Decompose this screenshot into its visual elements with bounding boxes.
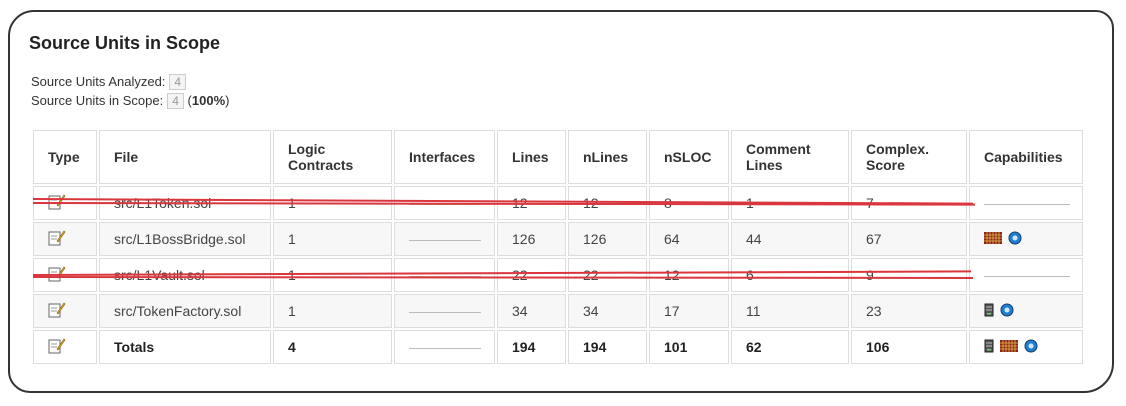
comment-cell: 62 [731, 330, 849, 364]
hash-circle-icon [1024, 339, 1038, 356]
totals-label: Totals [99, 330, 271, 364]
file-icon [48, 230, 66, 249]
nlines-cell: 34 [568, 294, 647, 328]
col-nlines: nLines [568, 130, 647, 184]
table-row: src/TokenFactory.sol 1 34 34 17 11 23 [33, 294, 1083, 328]
nsloc-cell: 64 [649, 222, 729, 256]
type-cell [33, 330, 97, 364]
complex-cell: 67 [851, 222, 967, 256]
table-header-row: Type File Logic Contracts Interfaces Lin… [33, 130, 1083, 184]
logic-cell: 1 [273, 222, 392, 256]
capabilities-cell [969, 330, 1083, 364]
nlines-cell: 22 [568, 258, 647, 292]
nsloc-cell: 12 [649, 258, 729, 292]
comment-cell: 11 [731, 294, 849, 328]
complex-cell: 23 [851, 294, 967, 328]
server-icon [984, 339, 994, 356]
col-nsloc: nSLOC [649, 130, 729, 184]
scope-percent: (100%) [187, 93, 230, 108]
interfaces-cell [394, 294, 495, 328]
col-file: File [99, 130, 271, 184]
interfaces-cell [394, 330, 495, 364]
file-cell: src/L1BossBridge.sol [99, 222, 271, 256]
section-title: Source Units in Scope [29, 33, 221, 53]
comment-cell: 44 [731, 222, 849, 256]
nlines-cell: 126 [568, 222, 647, 256]
empty-dash [984, 275, 1070, 277]
source-units-table: Type File Logic Contracts Interfaces Lin… [31, 128, 1085, 366]
type-cell [33, 294, 97, 328]
col-logic-contracts: Logic Contracts [273, 130, 392, 184]
comment-cell: 6 [731, 258, 849, 292]
empty-dash [409, 347, 481, 349]
capabilities-cell [969, 294, 1083, 328]
nlines-cell: 194 [568, 330, 647, 364]
units-in-scope-label: Source Units in Scope: [31, 93, 164, 108]
col-type: Type [33, 130, 97, 184]
totals-row: Totals 4 194 194 101 62 106 [33, 330, 1083, 364]
empty-dash [409, 239, 481, 241]
logic-cell: 1 [273, 294, 392, 328]
units-in-scope-line: Source Units in Scope: 4 (100%) [31, 93, 229, 109]
units-in-scope-value: 4 [167, 93, 184, 109]
interfaces-cell [394, 222, 495, 256]
nsloc-cell: 101 [649, 330, 729, 364]
units-analyzed-label: Source Units Analyzed: [31, 74, 166, 89]
empty-dash [409, 311, 481, 313]
lines-cell: 34 [497, 294, 566, 328]
hash-circle-icon [1000, 303, 1014, 320]
empty-dash [984, 203, 1070, 205]
lines-cell: 22 [497, 258, 566, 292]
complex-cell: 9 [851, 258, 967, 292]
interfaces-cell [394, 258, 495, 292]
col-capabilities: Capabilities [969, 130, 1083, 184]
nsloc-cell: 17 [649, 294, 729, 328]
logic-cell: 4 [273, 330, 392, 364]
col-interfaces: Interfaces [394, 130, 495, 184]
file-cell: src/TokenFactory.sol [99, 294, 271, 328]
complex-cell: 106 [851, 330, 967, 364]
col-complex-score: Complex. Score [851, 130, 967, 184]
table-row: src/L1BossBridge.sol 1 126 126 64 44 67 [33, 222, 1083, 256]
col-comment-lines: Comment Lines [731, 130, 849, 184]
hash-circle-icon [1008, 231, 1022, 248]
capabilities-cell [969, 186, 1083, 220]
capabilities-cell [969, 258, 1083, 292]
units-analyzed-line: Source Units Analyzed: 4 [31, 74, 187, 90]
capabilities-cell [969, 222, 1083, 256]
units-analyzed-value: 4 [169, 74, 187, 90]
server-icon [984, 303, 994, 320]
col-lines: Lines [497, 130, 566, 184]
type-cell [33, 222, 97, 256]
lines-cell: 126 [497, 222, 566, 256]
file-icon [48, 302, 66, 321]
file-icon [48, 338, 66, 357]
assembly-grid-icon [984, 231, 1002, 248]
lines-cell: 194 [497, 330, 566, 364]
assembly-grid-icon [999, 339, 1018, 356]
